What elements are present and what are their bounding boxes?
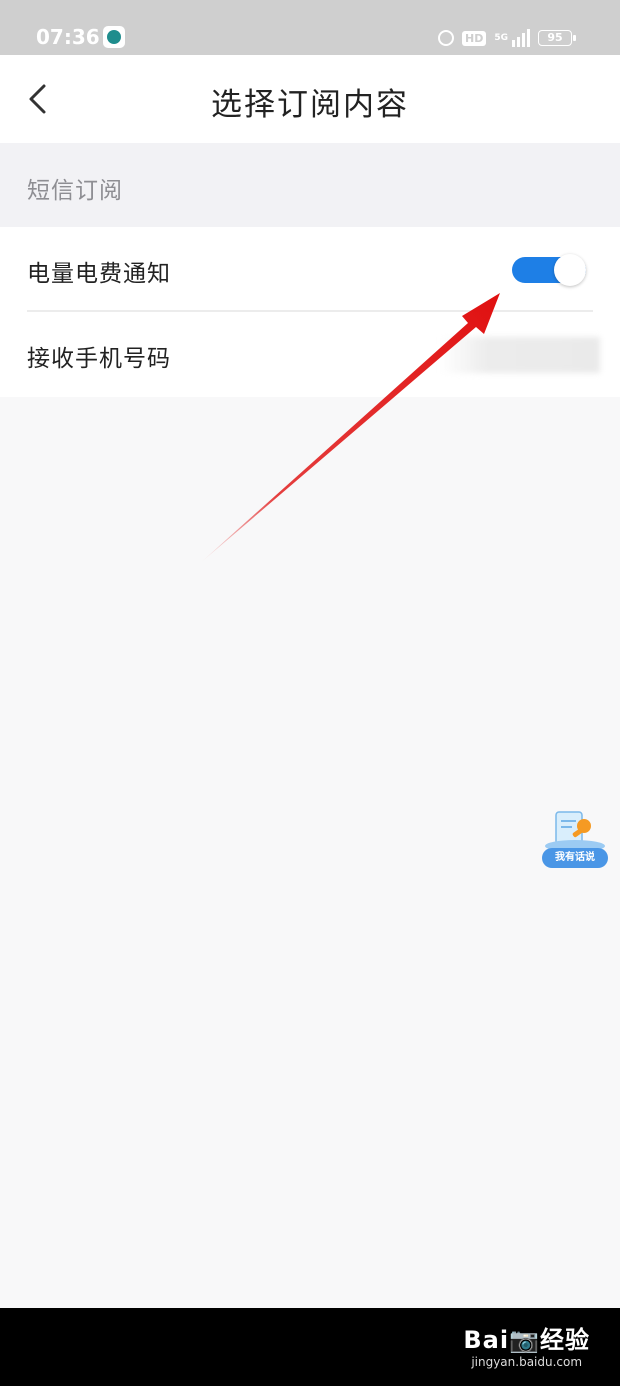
page-title: 选择订阅内容 <box>211 87 409 123</box>
status-time: 07:36 <box>36 25 100 49</box>
hd-icon: HD <box>462 30 487 46</box>
app-icon <box>103 26 125 48</box>
section-title: 短信订阅 <box>27 178 123 204</box>
list-item-power-bill-notice: 电量电费通知 <box>0 227 620 312</box>
header: 选择订阅内容 <box>0 55 620 143</box>
bottom-bar: Bai📷经验 jingyan.baidu.com <box>0 1308 620 1386</box>
status-icons: HD 5G 95 <box>438 26 576 50</box>
list-item-label: 接收手机号码 <box>27 346 171 372</box>
signal-icon: 5G <box>494 29 530 47</box>
network-type: 5G <box>494 33 508 43</box>
phone-number-value-blurred <box>440 337 600 373</box>
section-header: 短信订阅 <box>0 143 620 227</box>
feedback-button[interactable]: 我有话说 <box>542 808 610 870</box>
power-bill-notice-toggle[interactable] <box>512 254 588 286</box>
watermark-url: jingyan.baidu.com <box>471 1355 583 1369</box>
feedback-label: 我有话说 <box>542 848 608 868</box>
battery-icon: 95 <box>538 30 576 46</box>
list-item-phone-number[interactable]: 接收手机号码 <box>0 312 620 397</box>
watermark: Bai📷经验 jingyan.baidu.com <box>463 1320 590 1369</box>
watermark-logo: Bai📷经验 <box>463 1326 590 1354</box>
status-bar: 07:36 HD 5G 95 <box>0 0 620 55</box>
microphone-icon <box>545 811 605 852</box>
alarm-icon <box>438 30 454 46</box>
list-item-label: 电量电费通知 <box>27 261 171 287</box>
toggle-knob <box>554 254 586 286</box>
